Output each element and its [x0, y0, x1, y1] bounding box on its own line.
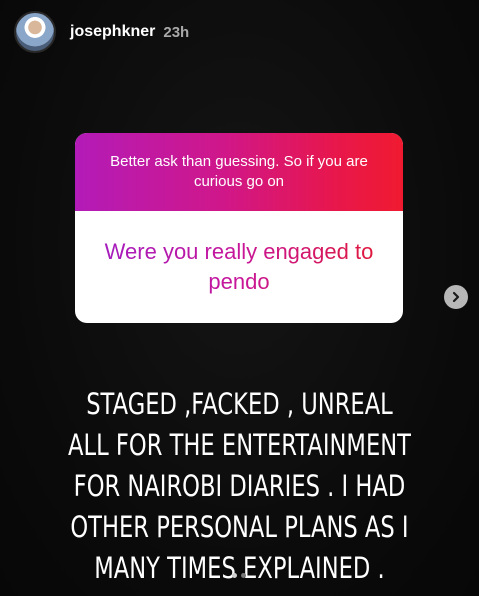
username[interactable]: josephkner [70, 23, 155, 41]
caption-line: FOR NAIROBI DIARIES . I HAD [73, 469, 406, 503]
story-caption: STAGED ,FACKED , UNREAL ALL FOR THE ENTE… [53, 384, 427, 589]
question-sticker-header: Better ask than guessing. So if you are … [75, 133, 403, 211]
story-progress-dots [232, 573, 246, 578]
next-story-button[interactable] [444, 285, 468, 309]
chevron-right-icon [452, 291, 460, 303]
story-header: josephkner 23h [14, 10, 189, 54]
question-sticker-body: Were you really engaged to pendo [75, 211, 403, 323]
progress-dot-active [232, 573, 237, 578]
question-prompt: Better ask than guessing. So if you are … [110, 153, 368, 190]
caption-line: STAGED ,FACKED , UNREAL [86, 387, 393, 421]
question-sticker: Better ask than guessing. So if you are … [75, 133, 403, 323]
progress-dot [241, 573, 246, 578]
caption-line: OTHER PERSONAL PLANS AS I [70, 510, 409, 544]
story-viewer: josephkner 23h Better ask than guessing.… [0, 0, 479, 596]
caption-line: ALL FOR THE ENTERTAINMENT [68, 428, 411, 462]
post-time: 23h [163, 23, 190, 41]
question-answer: Were you really engaged to pendo [95, 237, 383, 297]
caption-line: MANY TIMES EXPLAINED . [94, 551, 385, 585]
avatar[interactable] [14, 11, 56, 53]
